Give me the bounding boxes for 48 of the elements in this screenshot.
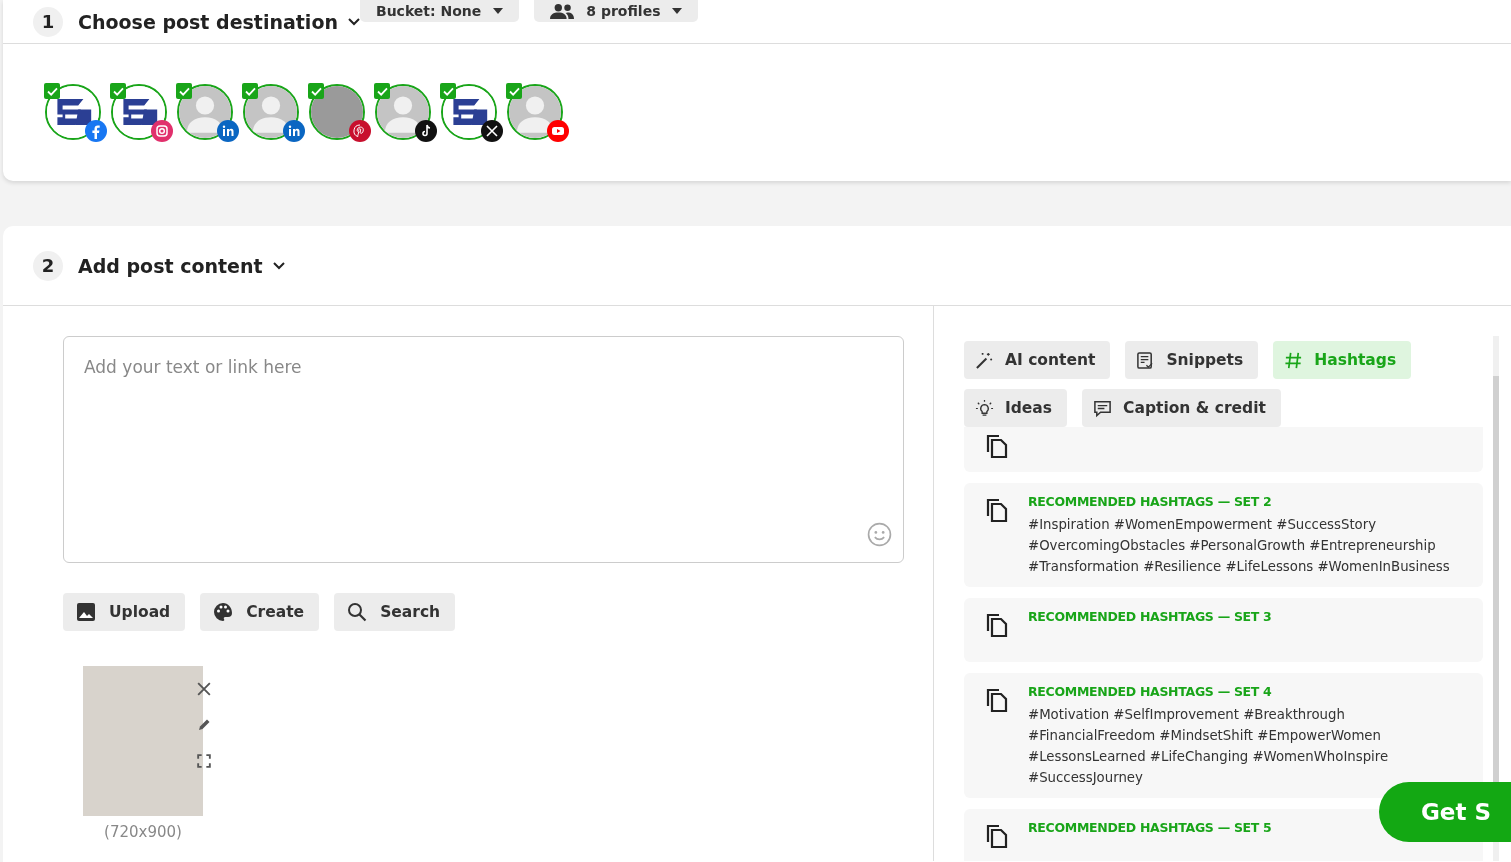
profile-checkbox[interactable]: [176, 83, 192, 99]
image-dimensions: (720x900): [103, 823, 183, 841]
section-title-toggle[interactable]: Add post content: [63, 254, 263, 277]
section-title-toggle[interactable]: Choose post destination: [63, 6, 338, 37]
step-number: 1: [33, 6, 63, 37]
hashtag-set-title: RECOMMENDED HASHTAGS — SET 4: [1028, 684, 1272, 699]
profile-checkbox[interactable]: [242, 83, 258, 99]
palette-icon: [213, 602, 234, 622]
pencil-icon[interactable]: [197, 718, 211, 732]
image-icon: [76, 602, 96, 622]
expand-icon[interactable]: [197, 754, 211, 768]
chevron-down-icon[interactable]: [347, 17, 360, 26]
magic-wand-icon: [975, 350, 994, 370]
post-text-field[interactable]: Add your text or link here: [63, 336, 904, 563]
copy-icon[interactable]: [984, 612, 1008, 638]
hashtag-set-title: RECOMMENDED HASHTAGS — SET 2: [1028, 494, 1272, 509]
hashtag-list: #Inspiration #WomenEmpowerment #SuccessStory #OvercomingObstacles #PersonalGrowth #Entrepreneurship #Transformation #Resilience #LifeLessons #WomenInBusiness: [1028, 514, 1473, 577]
comment-icon: [1093, 398, 1113, 418]
close-icon[interactable]: [197, 682, 211, 696]
people-icon: [550, 3, 575, 19]
profile-checkbox[interactable]: [110, 83, 126, 99]
search-icon: [347, 602, 368, 622]
copy-icon[interactable]: [984, 823, 1008, 849]
profile-checkbox[interactable]: [506, 83, 522, 99]
bucket-dropdown[interactable]: Bucket: None: [359, 0, 520, 22]
lightbulb-icon: [975, 398, 994, 418]
step-number: 2: [33, 250, 63, 281]
profile-checkbox[interactable]: [44, 83, 60, 99]
panel-tab[interactable]: Ideas: [964, 389, 1068, 427]
hashtag-set-title: RECOMMENDED HASHTAGS — SET 3: [1028, 609, 1272, 624]
panel-tab[interactable]: AI content: [964, 341, 1111, 379]
media-button[interactable]: Create: [200, 593, 320, 631]
chevron-down-icon[interactable]: [272, 261, 285, 270]
panel-tab[interactable]: Caption & credit: [1082, 389, 1281, 427]
hashtag-set-title: RECOMMENDED HASHTAGS — SET 5: [1028, 820, 1272, 835]
profile-checkbox[interactable]: [374, 83, 390, 99]
caret-icon: [493, 8, 504, 14]
copy-icon[interactable]: [984, 687, 1008, 713]
media-button[interactable]: Search: [334, 593, 456, 631]
hash-icon: [1284, 350, 1304, 370]
copy-icon[interactable]: [984, 497, 1008, 523]
profiles-dropdown[interactable]: 8 profiles: [534, 0, 699, 22]
panel-tab[interactable]: Snippets: [1125, 341, 1259, 379]
copy-icon[interactable]: [984, 433, 1008, 459]
caret-icon: [672, 8, 683, 14]
profile-checkbox[interactable]: [440, 83, 456, 99]
media-button[interactable]: Upload: [63, 593, 186, 631]
profile-checkbox[interactable]: [308, 83, 324, 99]
